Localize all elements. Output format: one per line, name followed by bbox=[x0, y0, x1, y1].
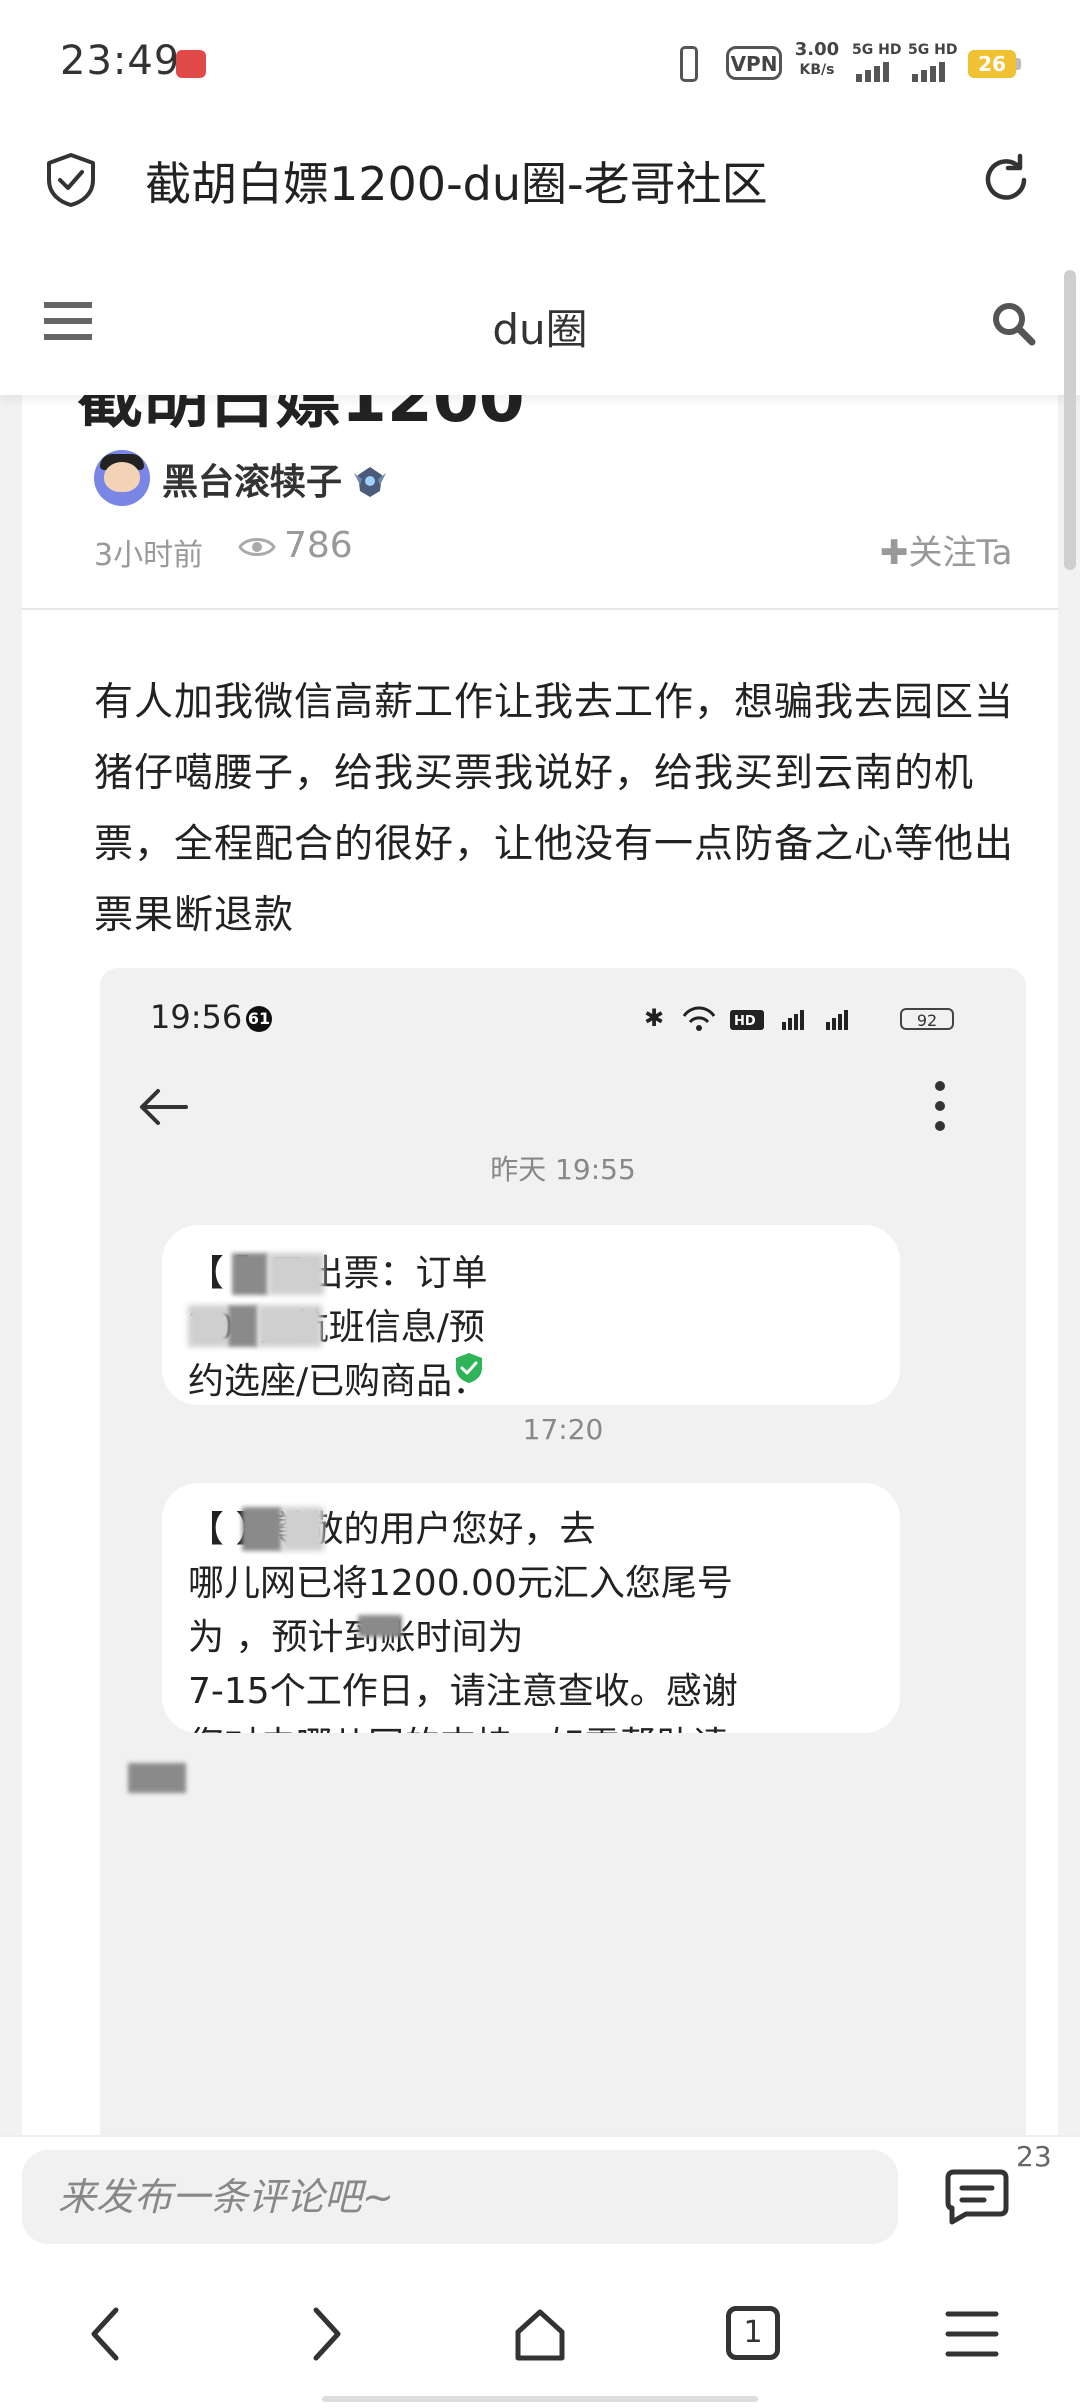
verified-shield-icon bbox=[456, 1353, 482, 1383]
sms1-line3: 约选座/已购商品： bbox=[188, 1361, 489, 1402]
menu-icon[interactable] bbox=[944, 2304, 1000, 2364]
redaction bbox=[282, 1507, 324, 1551]
shot-battery: 92 bbox=[900, 1008, 954, 1030]
shot-back-arrow-icon bbox=[140, 1089, 188, 1125]
message-date-2: 17:20 bbox=[522, 1413, 604, 1446]
message-date-1: 昨天 19:55 bbox=[490, 1153, 636, 1186]
redaction bbox=[188, 1305, 228, 1347]
network-speed: 3.00 KB/s bbox=[792, 40, 842, 80]
site-title[interactable]: du圈 bbox=[0, 296, 1080, 357]
forward-icon[interactable] bbox=[296, 2304, 352, 2364]
comment-input[interactable]: 来发布一条评论吧~ bbox=[22, 2150, 898, 2244]
post-title: 截胡白嫖1200 bbox=[77, 395, 525, 437]
vpn-badge: VPN bbox=[726, 46, 782, 80]
comment-icon[interactable] bbox=[944, 2168, 1010, 2226]
sms2-line4: 7-15个工作日，请注意查收。感谢 bbox=[188, 1671, 738, 1712]
scrollbar[interactable] bbox=[1064, 270, 1076, 570]
signal-sim1-icon: 5G HD bbox=[852, 42, 904, 82]
sms2-line5: 您对去哪儿网的支持，如需帮助请 bbox=[188, 1719, 888, 1733]
svg-text:HD: HD bbox=[734, 1014, 756, 1029]
sms-bubble-1: 【 】已出票：订单 701，航班信息/预 约选座/已购商品： bbox=[162, 1225, 900, 1405]
refresh-icon[interactable] bbox=[978, 152, 1034, 208]
battery-icon: 26 bbox=[968, 50, 1016, 78]
network-speed-value: 3.00 bbox=[794, 39, 840, 60]
post-body: 有人加我微信高薪工作让我去工作，想骗我去园区当猪仔噶腰子，给我买票我说好，给我买… bbox=[94, 680, 1015, 938]
shot-status-icons: ✱ HD bbox=[644, 1004, 848, 1032]
app-notification-icon bbox=[176, 50, 206, 78]
redaction bbox=[232, 1253, 268, 1295]
sim1-label: 5G HD bbox=[852, 42, 902, 58]
comment-count: 23 bbox=[1016, 2140, 1052, 2173]
sms2-line3: 为 ，预计到账时间为 bbox=[188, 1617, 524, 1658]
search-icon[interactable] bbox=[990, 300, 1036, 346]
signal-sim2-icon: 5G HD bbox=[908, 42, 960, 82]
rank-badge-icon bbox=[354, 467, 386, 497]
vibrate-icon bbox=[680, 46, 698, 82]
browser-page-title[interactable]: 截胡白嫖1200-du圈-老哥社区 bbox=[145, 148, 768, 214]
sim2-label: 5G HD bbox=[908, 42, 958, 58]
redaction bbox=[268, 1253, 324, 1295]
back-icon[interactable] bbox=[80, 2304, 136, 2364]
tabs-button[interactable]: 1 bbox=[726, 2306, 780, 2360]
home-indicator[interactable] bbox=[322, 2396, 758, 2402]
shot-more-icon bbox=[935, 1081, 945, 1131]
svg-text:✱: ✱ bbox=[644, 1004, 664, 1032]
plus-icon: ✚ bbox=[880, 533, 909, 573]
shot-status-time: 19:56 bbox=[150, 998, 243, 1036]
post-time: 3小时前 bbox=[94, 538, 204, 573]
battery-tip bbox=[1016, 58, 1021, 70]
home-icon[interactable] bbox=[510, 2304, 570, 2364]
status-time: 23:49 bbox=[60, 38, 181, 84]
article-area[interactable]: 截胡白嫖1200 黑台滚犊子 3小时前 786 ✚关注Ta 有人加我微信高薪工作… bbox=[0, 395, 1080, 2135]
embedded-screenshot-image[interactable]: 19:56 61 ✱ HD 92 昨天 19:55 【 】已出票：订单 701，… bbox=[100, 968, 1026, 2135]
post-card: 截胡白嫖1200 黑台滚犊子 3小时前 786 ✚关注Ta 有人加我微信高薪工作… bbox=[22, 395, 1058, 2135]
sms2-line2: 哪儿网已将1200.00元汇入您尾号 bbox=[188, 1563, 733, 1604]
divider bbox=[22, 608, 1058, 610]
shield-check-icon[interactable] bbox=[44, 152, 98, 208]
redaction bbox=[128, 1763, 186, 1793]
redaction bbox=[258, 1305, 322, 1347]
author-name[interactable]: 黑台滚犊子 bbox=[162, 453, 342, 505]
sms-bubble-2: 【 】尊敬的用户您好，去 哪儿网已将1200.00元汇入您尾号 为 ，预计到账时… bbox=[162, 1483, 900, 1733]
shot-notification-badge: 61 bbox=[246, 1006, 272, 1032]
redaction bbox=[242, 1507, 282, 1551]
view-count: 786 bbox=[284, 525, 353, 566]
eye-icon bbox=[238, 538, 276, 556]
author-avatar[interactable] bbox=[94, 450, 150, 506]
network-speed-unit: KB/s bbox=[799, 62, 835, 78]
follow-button[interactable]: ✚关注Ta bbox=[880, 525, 1012, 574]
redaction bbox=[228, 1305, 258, 1347]
follow-label: 关注Ta bbox=[908, 533, 1013, 573]
redaction bbox=[358, 1615, 402, 1637]
